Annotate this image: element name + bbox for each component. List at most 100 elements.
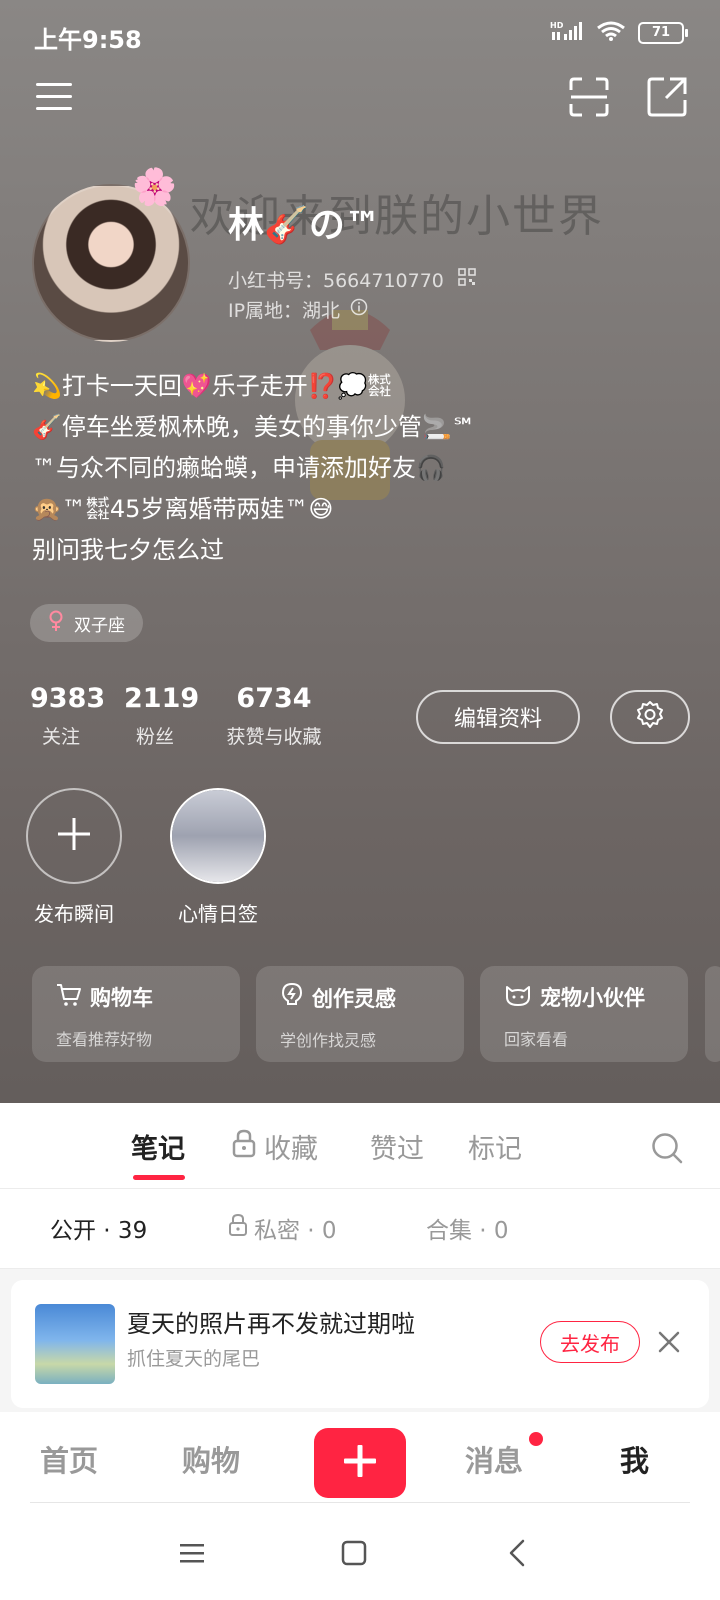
stat-label: 粉丝 <box>135 726 174 748</box>
filter-private[interactable]: 私密 · 0 <box>228 1211 337 1245</box>
home-icon[interactable] <box>336 1535 372 1571</box>
qr-code-icon[interactable] <box>458 268 476 291</box>
card-title: 购物车 <box>90 986 153 1010</box>
tab-label: 收藏 <box>264 1134 318 1165</box>
notification-badge <box>529 1432 543 1446</box>
signal-icon: HD <box>550 20 584 46</box>
stat-label: 关注 <box>41 726 80 748</box>
tab-marked[interactable]: 标记 <box>468 1127 522 1166</box>
settings-button[interactable] <box>610 690 690 744</box>
active-tab-indicator <box>133 1175 185 1180</box>
tab-label: 标记 <box>468 1134 522 1165</box>
shopping-cart-card[interactable]: 购物车 查看推荐好物 <box>32 966 240 1062</box>
creative-inspiration-card[interactable]: 创作灵感 学创作找灵感 <box>256 966 464 1062</box>
bottom-navigation: 首页 购物 消息 我 <box>0 1412 720 1504</box>
status-bar: 上午9:58 HD 71 <box>0 0 720 70</box>
filter-label: 公开 · 39 <box>50 1218 148 1244</box>
back-icon[interactable] <box>500 1535 536 1571</box>
ip-location-row: IP属地：湖北 <box>228 296 368 323</box>
user-id-row[interactable]: 小红书号：5664710770 <box>228 266 476 293</box>
gear-icon <box>635 700 665 734</box>
info-icon[interactable] <box>350 298 368 321</box>
stat-following[interactable]: 9383 关注 <box>30 683 106 749</box>
filter-label: 合集 · 0 <box>426 1218 509 1244</box>
recent-apps-icon[interactable] <box>174 1535 210 1571</box>
search-icon[interactable] <box>650 1131 684 1165</box>
stat-likes-saves[interactable]: 6734 获赞与收藏 <box>218 683 330 749</box>
lock-icon <box>228 1213 248 1243</box>
bio-line: 🎸停车坐爱枫林晚，美女的事你少管🚬℠ <box>32 413 477 441</box>
prompt-subtitle: 抓住夏天的尾巴 <box>127 1348 261 1370</box>
card-subtitle: 回家看看 <box>504 1030 569 1049</box>
edit-profile-button[interactable]: 编辑资料 <box>416 690 580 744</box>
pet-companion-card[interactable]: 宠物小伙伴 回家看看 <box>480 966 688 1062</box>
bio: 💫打卡一天回💖乐子走开⁉️💭㍿ 🎸停车坐爱枫林晚，美女的事你少管🚬℠ ™与众不同… <box>32 366 592 571</box>
ip-location: IP属地：湖北 <box>228 300 341 322</box>
filter-collections[interactable]: 合集 · 0 <box>426 1211 509 1245</box>
tab-label: 笔记 <box>131 1134 185 1165</box>
cart-icon <box>56 983 82 1012</box>
tab-notes[interactable]: 笔记 <box>131 1127 185 1166</box>
zodiac-tag: 双子座 <box>30 604 143 642</box>
network-type: HD <box>550 21 564 30</box>
nickname: 林🎸の™ <box>228 205 381 246</box>
flower-sticker-icon: 🌸 <box>132 167 177 208</box>
nav-messages[interactable]: 消息 <box>465 1438 523 1480</box>
wifi-icon <box>596 20 626 46</box>
tab-favorites[interactable]: 收藏 <box>232 1127 318 1166</box>
mood-sign[interactable]: 心情日签 <box>170 788 266 927</box>
moment-label: 心情日签 <box>178 902 258 926</box>
nav-shopping[interactable]: 购物 <box>182 1438 240 1480</box>
tab-label: 赞过 <box>370 1134 424 1165</box>
cat-face-icon <box>504 983 532 1012</box>
card-subtitle: 学创作找灵感 <box>280 1031 377 1050</box>
status-icons: HD 71 <box>550 20 688 46</box>
content-tabs: 笔记 收藏 赞过 标记 <box>0 1103 720 1189</box>
filter-label: 私密 · 0 <box>254 1218 337 1244</box>
visibility-filter: 公开 · 39 私密 · 0 合集 · 0 <box>0 1189 720 1269</box>
zodiac-label: 双子座 <box>74 615 125 636</box>
card-title: 宠物小伙伴 <box>540 986 645 1010</box>
bio-line: 🙊™㍿45岁离婚带两娃™😅 <box>32 495 334 523</box>
nav-home[interactable]: 首页 <box>40 1438 98 1480</box>
post-moment[interactable]: 发布瞬间 <box>26 788 122 927</box>
stat-value: 9383 <box>30 683 106 714</box>
status-time: 上午9:58 <box>34 26 142 54</box>
scan-icon[interactable] <box>568 76 610 118</box>
stat-followers[interactable]: 2119 粉丝 <box>124 683 200 749</box>
stat-value: 6734 <box>236 683 312 714</box>
more-card-peek[interactable] <box>705 966 720 1062</box>
card-title: 创作灵感 <box>312 986 396 1011</box>
lightbulb-icon <box>280 982 304 1013</box>
lock-icon <box>232 1128 256 1165</box>
bio-line: ™与众不同的癞蛤蟆，申请添加好友🎧 <box>32 454 446 482</box>
bio-line: 别问我七夕怎么过 <box>32 536 224 564</box>
female-icon <box>48 610 64 637</box>
tab-liked[interactable]: 赞过 <box>370 1127 424 1166</box>
mood-sign-thumbnail <box>172 790 264 882</box>
filter-public[interactable]: 公开 · 39 <box>50 1211 147 1245</box>
mood-sign-circle[interactable] <box>170 788 266 884</box>
stat-value: 2119 <box>124 683 200 714</box>
menu-icon[interactable] <box>34 76 76 118</box>
battery-icon: 71 <box>638 22 688 44</box>
summer-photo-thumbnail <box>35 1304 115 1384</box>
stat-label: 获赞与收藏 <box>226 726 322 748</box>
notes-section: 笔记 收藏 赞过 标记 公开 · 39 私密 · 0 合集 · 0 <box>0 1103 720 1269</box>
moment-label: 发布瞬间 <box>34 902 114 926</box>
profile-header: 上午9:58 HD 71 欢迎来到朕的小世界 🌸 林🎸の™ 小红书号：56647… <box>0 0 720 1103</box>
post-moment-circle[interactable] <box>26 788 122 884</box>
share-icon[interactable] <box>646 76 688 118</box>
bio-line: 💫打卡一天回💖乐子走开⁉️💭㍿ <box>32 372 392 400</box>
close-icon[interactable] <box>653 1326 685 1358</box>
plus-icon <box>342 1443 378 1483</box>
card-subtitle: 查看推荐好物 <box>56 1030 153 1049</box>
system-navigation-bar <box>0 1503 720 1600</box>
publish-prompt-card[interactable]: 夏天的照片再不发就过期啦 抓住夏天的尾巴 去发布 <box>11 1280 709 1408</box>
create-post-button[interactable] <box>314 1428 406 1498</box>
prompt-title: 夏天的照片再不发就过期啦 <box>127 1310 415 1338</box>
go-publish-button[interactable]: 去发布 <box>540 1321 640 1363</box>
user-id: 小红书号：5664710770 <box>228 270 444 292</box>
nav-me[interactable]: 我 <box>620 1438 649 1480</box>
plus-icon <box>56 816 92 856</box>
